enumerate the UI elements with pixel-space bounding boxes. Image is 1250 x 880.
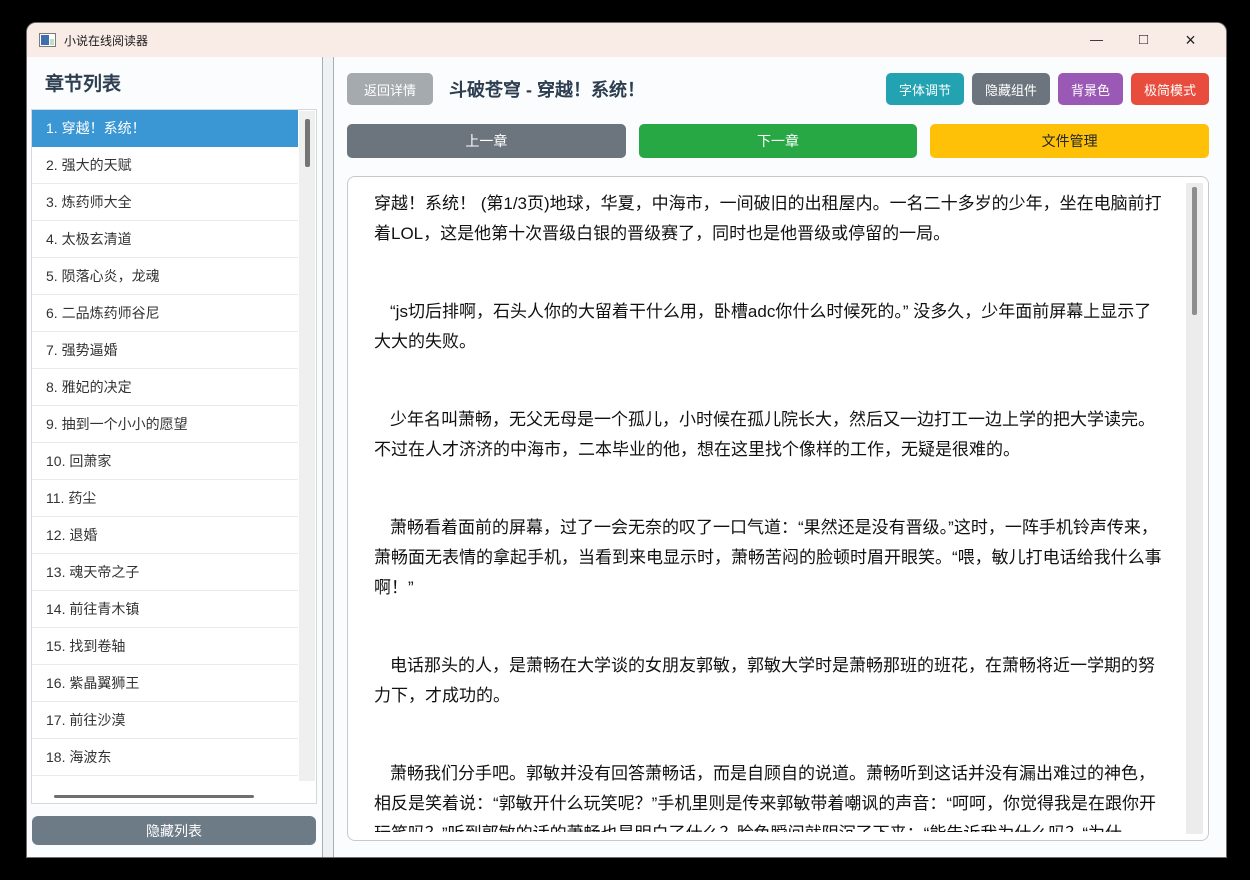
- prev-chapter-button[interactable]: 上一章: [347, 124, 626, 158]
- chapter-item[interactable]: 2. 强大的天赋: [32, 147, 298, 184]
- chapter-item[interactable]: 16. 紫晶翼狮王: [32, 665, 298, 702]
- reader-panel: 返回详情 斗破苍穹 - 穿越！系统！ 字体调节 隐藏组件 背景色 极简模式 上一…: [333, 57, 1226, 857]
- reader-vscrollbar-thumb[interactable]: [1192, 187, 1197, 315]
- book-chapter-title: 斗破苍穹 - 穿越！系统！: [449, 80, 645, 100]
- chapter-item[interactable]: 4. 太极玄清道: [32, 221, 298, 258]
- reader-textbox[interactable]: 穿越！系统！ (第1/3页)地球，华夏，中海市，一间破旧的出租屋内。一名二十多岁…: [347, 176, 1209, 841]
- chapter-rows: 1. 穿越！系统！ 2. 强大的天赋 3. 炼药师大全 4. 太极玄清道 5. 陨落心炎…: [32, 110, 316, 776]
- font-adjust-button[interactable]: 字体调节: [885, 73, 964, 105]
- chapter-item[interactable]: 8. 雅妃的决定: [32, 369, 298, 406]
- window-title: 小说在线阅读器: [64, 33, 149, 48]
- chapter-item[interactable]: 1. 穿越！系统！: [32, 110, 298, 147]
- paragraph: 电话那头的人，是萧畅在大学谈的女朋友郭敏，郭敏大学时是萧畅那班的班花，在萧畅将近…: [374, 656, 1155, 705]
- background-color-button[interactable]: 背景色: [1057, 73, 1123, 105]
- paragraph: 穿越！系统！ (第1/3页)地球，华夏，中海市，一间破旧的出租屋内。一名二十多岁…: [374, 194, 1162, 243]
- chapter-list-vscrollbar[interactable]: [299, 111, 315, 781]
- chapter-list-vscrollbar-thumb[interactable]: [305, 119, 310, 167]
- maximize-icon[interactable]: □: [1120, 23, 1167, 57]
- chapter-item[interactable]: 12. 退婚: [32, 517, 298, 554]
- file-manager-button[interactable]: 文件管理: [930, 124, 1210, 158]
- chapter-list-hscrollbar[interactable]: [34, 792, 296, 800]
- back-to-details-button[interactable]: 返回详情: [347, 73, 433, 105]
- chapter-item[interactable]: 7. 强势逼婚: [32, 332, 298, 369]
- reader-content: 穿越！系统！ (第1/3页)地球，华夏，中海市，一间破旧的出租屋内。一名二十多岁…: [374, 189, 1162, 832]
- app-icon: [39, 33, 56, 47]
- paragraph: “js切后排啊，石头人你的大留着干什么用，卧槽adc你什么时候死的。” 没多久，…: [374, 302, 1152, 351]
- chapter-list-title: 章节列表: [45, 74, 122, 95]
- reader-toolbar: 返回详情 斗破苍穹 - 穿越！系统！ 字体调节 隐藏组件 背景色 极简模式: [347, 73, 1209, 105]
- chapter-item[interactable]: 6. 二品炼药师谷尼: [32, 295, 298, 332]
- app-window: 小说在线阅读器 — □ × 章节列表 1. 穿越！系统！ 2. 强大的天赋 3. 炼…: [27, 23, 1226, 857]
- minimize-icon[interactable]: —: [1073, 23, 1120, 57]
- minimal-mode-button[interactable]: 极简模式: [1130, 73, 1209, 105]
- chapter-item[interactable]: 9. 抽到一个小小的愿望: [32, 406, 298, 443]
- chapter-item[interactable]: 14. 前往青木镇: [32, 591, 298, 628]
- chapter-list-hscrollbar-thumb[interactable]: [54, 795, 254, 798]
- reader-vscrollbar[interactable]: [1186, 183, 1203, 834]
- window-controls: — □ ×: [1073, 23, 1214, 57]
- paragraph: 萧畅看着面前的屏幕，过了一会无奈的叹了一口气道：“果然还是没有晋级。”这时，一阵…: [374, 518, 1162, 597]
- paragraph: 萧畅我们分手吧。郭敏并没有回答萧畅话，而是自顾自的说道。萧畅听到这话并没有漏出难…: [374, 764, 1156, 832]
- chapter-sidebar: 章节列表 1. 穿越！系统！ 2. 强大的天赋 3. 炼药师大全 4. 太极玄清道 5.…: [27, 57, 323, 857]
- chapter-item[interactable]: 18. 海波东: [32, 739, 298, 776]
- paragraph: 少年名叫萧畅，无父无母是一个孤儿，小时候在孤儿院长大，然后又一边打工一边上学的把…: [374, 410, 1155, 459]
- chapter-item[interactable]: 10. 回萧家: [32, 443, 298, 480]
- chapter-nav-row: 上一章 下一章 文件管理: [347, 124, 1210, 158]
- next-chapter-button[interactable]: 下一章: [638, 124, 918, 158]
- hide-list-button[interactable]: 隐藏列表: [32, 816, 316, 845]
- chapter-list: 1. 穿越！系统！ 2. 强大的天赋 3. 炼药师大全 4. 太极玄清道 5. 陨落心炎…: [31, 109, 317, 804]
- chapter-item[interactable]: 11. 药尘: [32, 480, 298, 517]
- close-icon[interactable]: ×: [1167, 23, 1214, 57]
- chapter-item[interactable]: 17. 前往沙漠: [32, 702, 298, 739]
- titlebar: 小说在线阅读器 — □ ×: [27, 23, 1226, 57]
- hide-components-button[interactable]: 隐藏组件: [971, 73, 1050, 105]
- chapter-item[interactable]: 13. 魂天帝之子: [32, 554, 298, 591]
- chapter-item[interactable]: 3. 炼药师大全: [32, 184, 298, 221]
- chapter-item[interactable]: 5. 陨落心炎，龙魂: [32, 258, 298, 295]
- chapter-item[interactable]: 15. 找到卷轴: [32, 628, 298, 665]
- content-area: 章节列表 1. 穿越！系统！ 2. 强大的天赋 3. 炼药师大全 4. 太极玄清道 5.…: [27, 57, 1226, 857]
